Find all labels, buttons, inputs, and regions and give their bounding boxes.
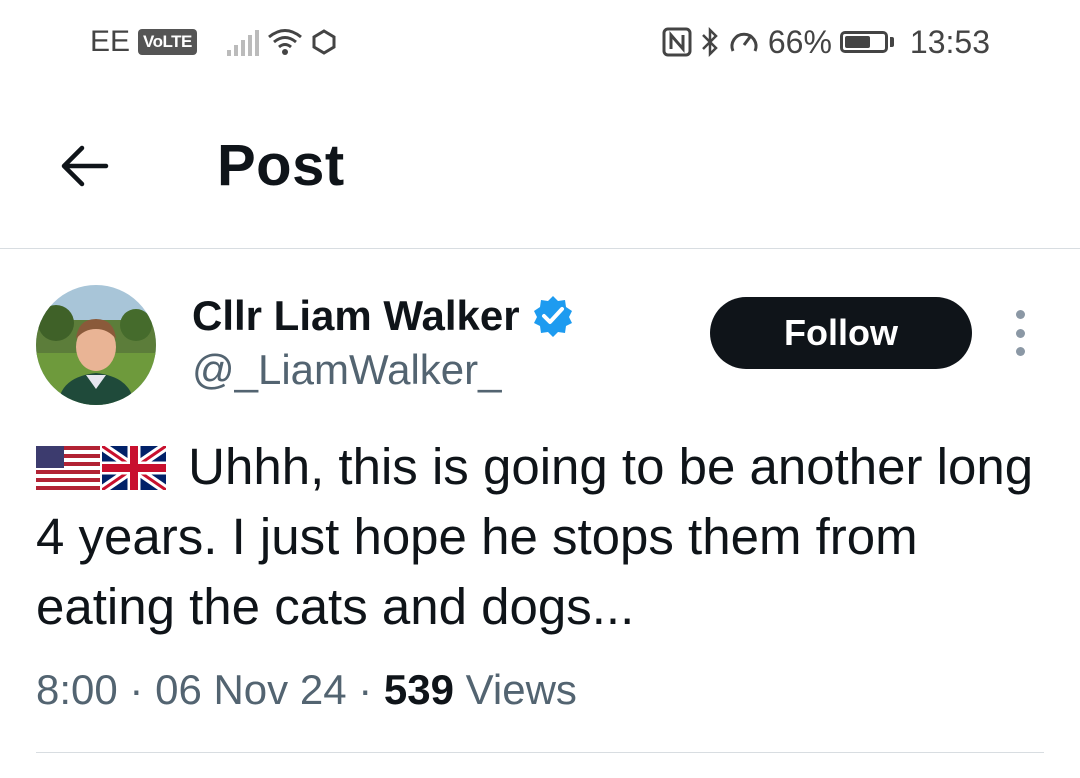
views-label: Views [465, 666, 577, 713]
verified-badge-icon [533, 296, 572, 337]
volte-badge: VoLTE [138, 29, 197, 55]
more-dot [1015, 328, 1025, 338]
clock: 13:53 [909, 23, 990, 60]
post-text: Uhhh, this is going to be another long 4… [36, 432, 1046, 642]
wifi-icon [267, 29, 302, 55]
post-metadata: 8:00 · 06 Nov 24 · 539 Views [36, 662, 577, 718]
divider [36, 752, 1044, 753]
post-text-content: Uhhh, this is going to be another long 4… [36, 438, 1034, 635]
separator-dot: · [358, 666, 373, 713]
follow-button[interactable]: Follow [710, 297, 972, 369]
separator-dot: · [129, 666, 144, 713]
carrier-label: EE [90, 25, 131, 58]
views-count: 539 [383, 666, 454, 713]
us-flag-icon [36, 446, 100, 490]
sync-icon [312, 29, 336, 55]
top-app-bar: Post [0, 84, 1080, 249]
battery-icon [839, 31, 888, 53]
post-time[interactable]: 8:00 [36, 666, 118, 713]
arrow-left-icon [61, 145, 109, 187]
page-title: Post [217, 133, 345, 198]
more-options-icon[interactable] [1000, 310, 1040, 356]
data-saver-icon [730, 32, 758, 52]
post-date[interactable]: 06 Nov 24 [155, 666, 346, 713]
more-dot [1015, 310, 1025, 319]
author-name-row: Cllr Liam Walker [192, 290, 574, 342]
uk-flag-icon [102, 446, 166, 490]
status-right: 66% 13:53 [662, 22, 990, 62]
status-left: EE VoLTE [90, 22, 337, 62]
avatar-photo [36, 285, 156, 405]
back-button[interactable] [52, 134, 116, 198]
battery-percent: 66% [767, 23, 832, 60]
signal-icon [226, 28, 259, 56]
nfc-icon [662, 27, 692, 57]
author-name[interactable]: Cllr Liam Walker [192, 290, 520, 342]
avatar[interactable] [36, 285, 156, 405]
bluetooth-icon [701, 26, 718, 58]
more-dot [1015, 347, 1025, 356]
status-bar: EE VoLTE 66% 13:53 [0, 0, 1080, 84]
author-handle[interactable]: @_LiamWalker_ [192, 344, 502, 396]
battery-level [844, 36, 870, 48]
battery-tip [889, 37, 894, 47]
